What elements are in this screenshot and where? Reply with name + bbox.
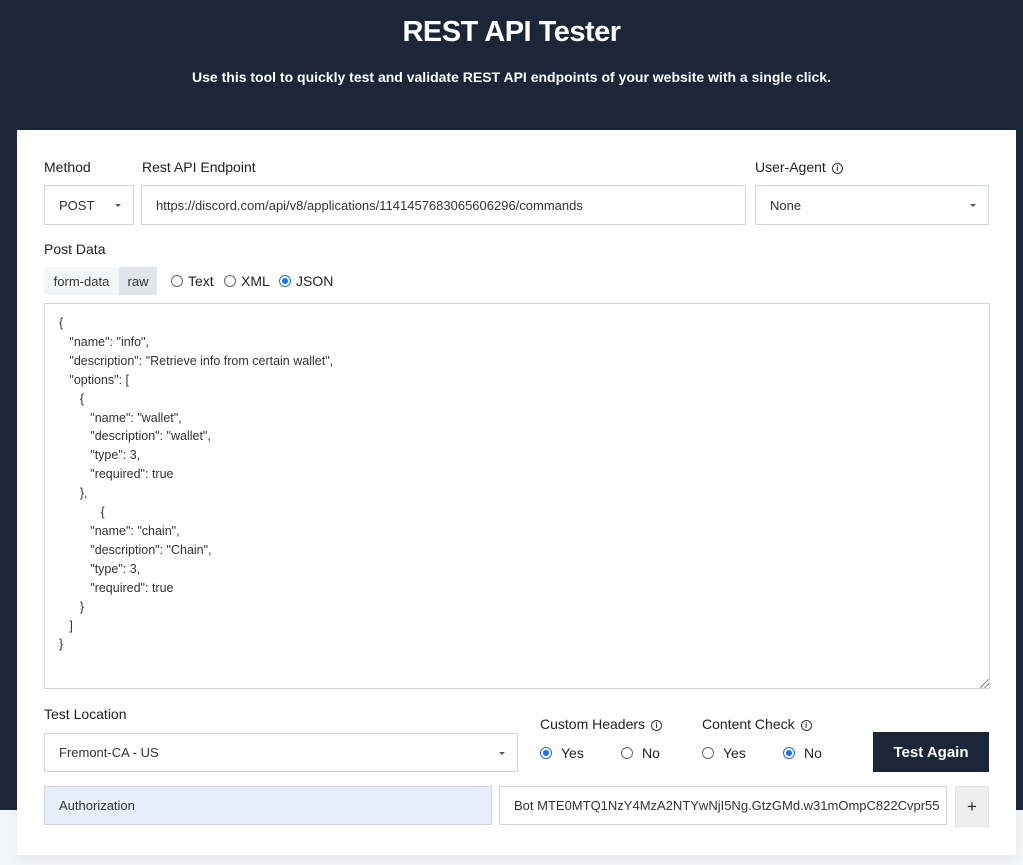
- radio-icon: [702, 747, 714, 759]
- endpoint-value: https://discord.com/api/v8/applications/…: [156, 197, 583, 213]
- radio-icon: [171, 275, 183, 287]
- test-location-select[interactable]: Fremont-CA - US: [44, 733, 518, 772]
- page-subtitle: Use this tool to quickly test and valida…: [192, 69, 831, 85]
- chevron-down-icon: [499, 751, 505, 755]
- tab-raw[interactable]: raw: [119, 267, 157, 295]
- info-icon[interactable]: i: [831, 163, 843, 174]
- method-select[interactable]: POST: [44, 185, 134, 225]
- header-value-input[interactable]: Bot MTE0MTQ1NzY4MzA2NTYwNjI5Ng.GtzGMd.w3…: [499, 786, 947, 825]
- header-value-text: Bot MTE0MTQ1NzY4MzA2NTYwNjI5Ng.GtzGMd.w3…: [514, 798, 940, 813]
- header-name-value: Authorization: [59, 798, 135, 813]
- page-title: REST API Tester: [402, 16, 621, 48]
- test-location-label: Test Location: [44, 706, 127, 722]
- content-check-no-radio[interactable]: No: [783, 745, 822, 761]
- user-agent-select[interactable]: None: [755, 185, 989, 225]
- plus-icon: +: [967, 796, 977, 816]
- header-name-input[interactable]: Authorization: [44, 786, 492, 825]
- method-label: Method: [44, 159, 91, 175]
- info-icon[interactable]: i: [800, 720, 812, 731]
- custom-headers-label: Custom Headers i: [540, 716, 663, 732]
- radio-icon: [621, 747, 633, 759]
- resize-grip-icon: [980, 679, 989, 688]
- radio-selected-icon: [783, 747, 795, 759]
- custom-headers-no-radio[interactable]: No: [621, 745, 660, 761]
- radio-selected-icon: [540, 747, 552, 759]
- custom-headers-yes-radio[interactable]: Yes: [540, 745, 584, 761]
- content-check-yes-radio[interactable]: Yes: [702, 745, 746, 761]
- radio-icon: [224, 275, 236, 287]
- user-agent-value: None: [770, 197, 802, 213]
- post-body-textarea[interactable]: { "name": "info", "description": "Retrie…: [44, 303, 990, 689]
- endpoint-input[interactable]: https://discord.com/api/v8/applications/…: [141, 185, 746, 225]
- endpoint-label: Rest API Endpoint: [142, 159, 256, 175]
- post-data-label: Post Data: [44, 241, 106, 257]
- chevron-down-icon: [970, 204, 976, 207]
- format-json-radio[interactable]: JSON: [279, 273, 333, 289]
- tab-form-data[interactable]: form-data: [44, 267, 119, 295]
- format-xml-radio[interactable]: XML: [224, 273, 270, 289]
- add-header-button[interactable]: +: [955, 786, 989, 827]
- content-check-label: Content Check i: [702, 716, 812, 732]
- test-location-value: Fremont-CA - US: [59, 745, 159, 760]
- method-value: POST: [59, 197, 95, 213]
- chevron-down-icon: [115, 204, 121, 207]
- radio-selected-icon: [279, 275, 291, 287]
- test-again-button[interactable]: Test Again: [873, 732, 989, 772]
- resize-handle[interactable]: [978, 677, 989, 688]
- info-icon[interactable]: i: [651, 720, 663, 731]
- format-text-radio[interactable]: Text: [171, 273, 214, 289]
- user-agent-label: User-Agent i: [755, 159, 843, 175]
